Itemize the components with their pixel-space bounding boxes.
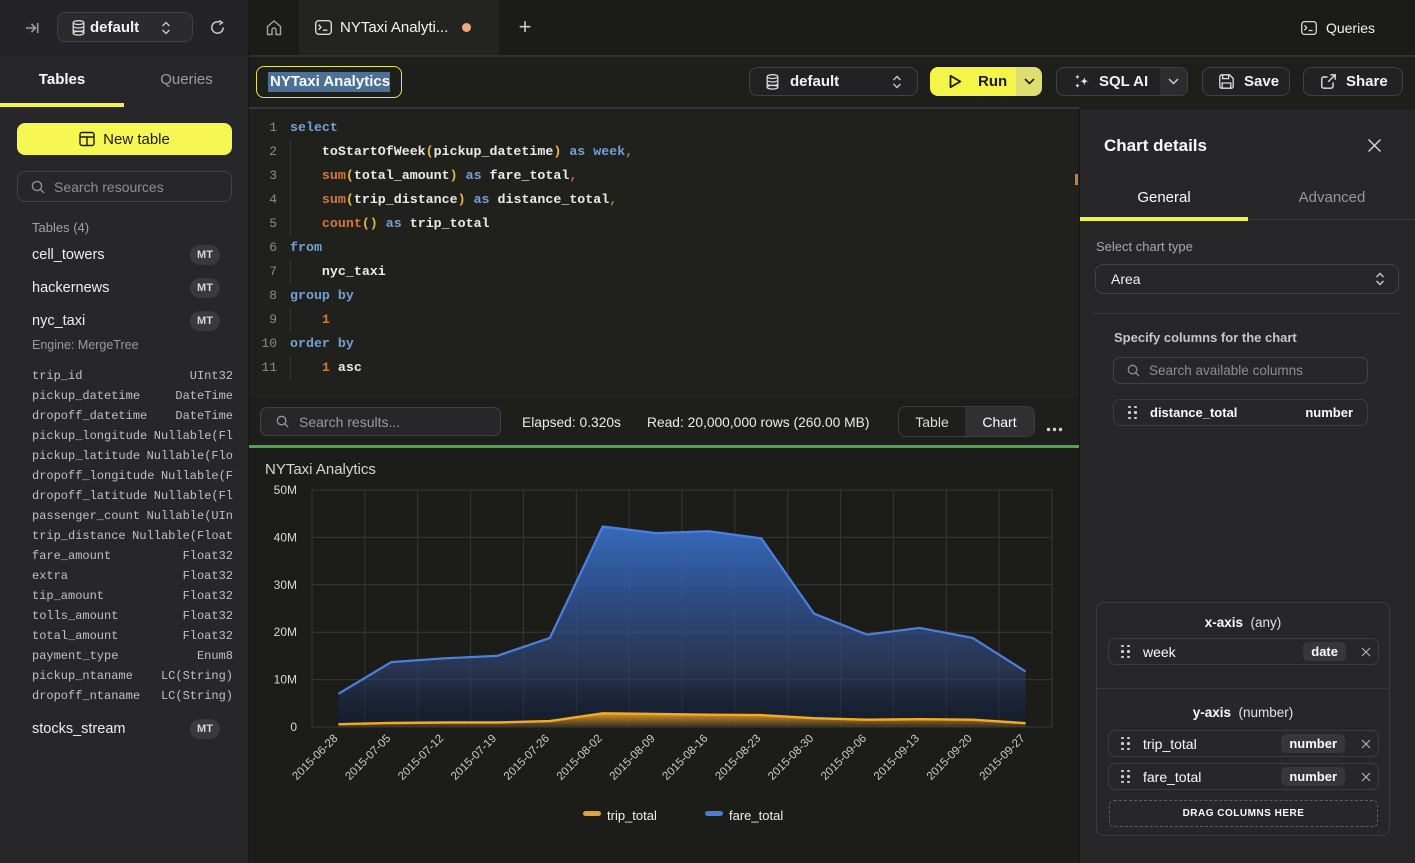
svg-text:trip_total: trip_total: [607, 808, 657, 823]
svg-text:2015-08-16: 2015-08-16: [660, 733, 710, 783]
svg-text:2015-09-20: 2015-09-20: [925, 733, 975, 783]
svg-text:30M: 30M: [274, 578, 297, 592]
svg-text:20M: 20M: [274, 625, 297, 639]
svg-text:2015-09-13: 2015-09-13: [872, 733, 922, 783]
svg-text:50M: 50M: [274, 483, 297, 497]
svg-text:2015-07-26: 2015-07-26: [502, 733, 552, 783]
svg-text:2015-06-28: 2015-06-28: [290, 733, 340, 783]
svg-text:0: 0: [290, 720, 297, 734]
svg-text:NYTaxi Analytics: NYTaxi Analytics: [265, 461, 376, 478]
svg-text:2015-08-09: 2015-08-09: [608, 733, 658, 783]
svg-text:2015-09-06: 2015-09-06: [819, 733, 869, 783]
svg-text:2015-07-19: 2015-07-19: [449, 733, 499, 783]
svg-text:10M: 10M: [274, 673, 297, 687]
svg-text:fare_total: fare_total: [729, 808, 783, 823]
svg-text:2015-08-30: 2015-08-30: [766, 733, 816, 783]
svg-text:2015-07-12: 2015-07-12: [396, 733, 446, 783]
svg-text:40M: 40M: [274, 530, 297, 544]
svg-text:2015-09-27: 2015-09-27: [978, 733, 1028, 783]
svg-text:2015-07-05: 2015-07-05: [343, 733, 393, 783]
svg-text:2015-08-23: 2015-08-23: [713, 733, 763, 783]
svg-text:2015-08-02: 2015-08-02: [555, 733, 605, 783]
